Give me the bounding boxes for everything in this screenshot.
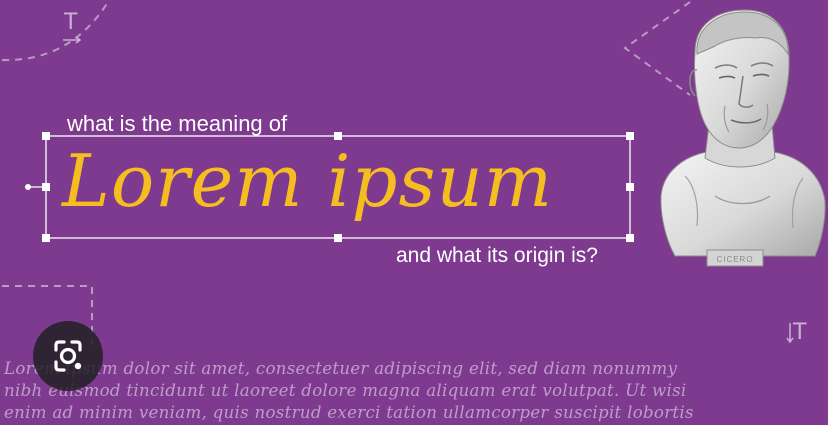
headline-lorem-ipsum: Lorem ipsum bbox=[62, 139, 554, 223]
lorem-body-text: Lorem ipsum dolor sit amet, consectetuer… bbox=[4, 358, 828, 424]
body-line: nibh euismod tincidunt ut laoreet dolore… bbox=[4, 381, 687, 400]
camera-lens-icon bbox=[54, 340, 82, 372]
body-line: enim ad minim veniam, quis nostrud exerc… bbox=[4, 403, 694, 422]
body-line: Lorem ipsum dolor sit amet, consectetuer… bbox=[4, 359, 678, 378]
visual-search-button[interactable] bbox=[33, 321, 103, 391]
cicero-bust-illustration: CICERO bbox=[660, 9, 826, 267]
bust-caption: CICERO bbox=[716, 255, 753, 264]
banner-image: T T what is the meaning of Lorem ipsum a… bbox=[0, 0, 828, 425]
question-suffix: and what its origin is? bbox=[396, 244, 598, 267]
